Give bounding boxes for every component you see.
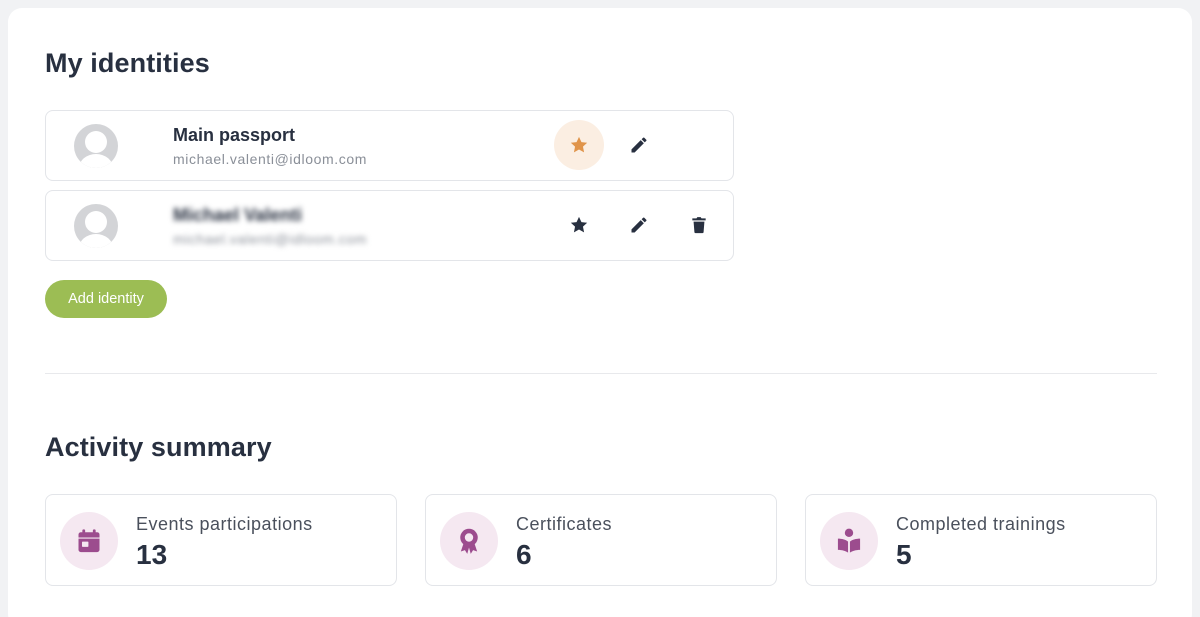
stat-label: Events participations	[136, 514, 313, 534]
avatar	[74, 124, 118, 168]
identity-email: michael.valenti@idloom.com	[173, 231, 367, 247]
user-silhouette-icon	[79, 211, 113, 248]
section-divider	[45, 373, 1157, 374]
stat-value: 5	[896, 539, 912, 570]
set-default-button[interactable]	[554, 200, 604, 250]
delete-button[interactable]	[674, 200, 724, 250]
stat-label: Certificates	[516, 514, 613, 534]
stat-icon-badge	[60, 512, 118, 570]
calendar-icon	[78, 529, 100, 553]
pencil-icon	[631, 217, 647, 233]
identity-name: Michael Valenti	[173, 205, 303, 225]
stat-card-events: Events participations 13	[45, 494, 397, 586]
user-silhouette-icon	[79, 131, 113, 168]
stat-card-certificates: Certificates 6	[425, 494, 777, 586]
edit-button[interactable]	[614, 120, 664, 170]
book-reader-icon	[837, 528, 861, 553]
identity-card: Michael Valenti michael.valenti@idloom.c…	[45, 190, 734, 261]
identity-name: Main passport	[173, 125, 296, 145]
stat-label: Completed trainings	[896, 514, 1066, 534]
profile-panel: My identities Main passport michael.vale…	[8, 8, 1192, 617]
add-identity-button[interactable]: Add identity	[45, 280, 167, 318]
stat-icon-badge	[440, 512, 498, 570]
identity-email: michael.valenti@idloom.com	[173, 151, 367, 167]
pencil-icon	[631, 137, 647, 153]
stat-icon-badge	[820, 512, 878, 570]
trash-icon	[692, 217, 706, 234]
activity-title: Activity summary	[45, 432, 272, 462]
stat-value: 6	[516, 539, 532, 570]
identity-card: Main passport michael.valenti@idloom.com	[45, 110, 734, 181]
star-icon	[570, 216, 588, 233]
edit-button[interactable]	[614, 200, 664, 250]
stat-value: 13	[136, 539, 168, 570]
identities-title: My identities	[45, 48, 210, 78]
avatar	[74, 204, 118, 248]
star-icon	[570, 136, 588, 153]
stat-card-trainings: Completed trainings 5	[805, 494, 1157, 586]
award-icon	[460, 528, 478, 554]
default-star-button[interactable]	[554, 120, 604, 170]
